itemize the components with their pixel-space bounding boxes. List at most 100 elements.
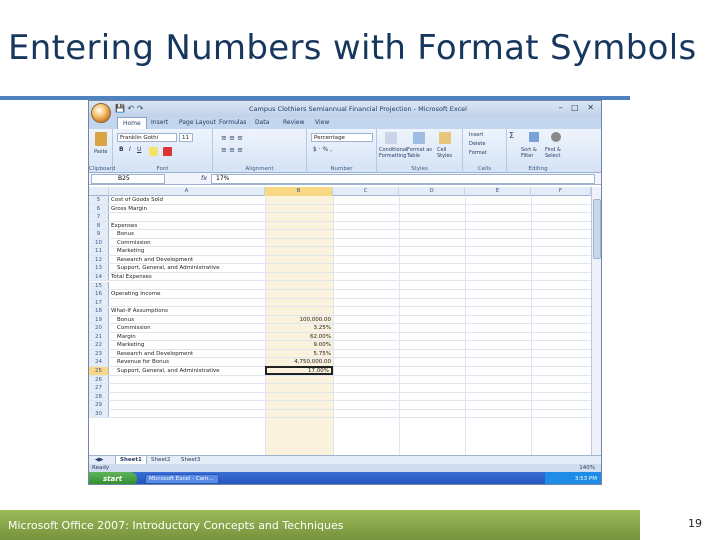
cell-b[interactable]: 3.25%	[265, 324, 333, 332]
row-header[interactable]: 5	[89, 196, 109, 204]
paste-icon[interactable]	[95, 132, 107, 146]
cell-a[interactable]: Commission	[117, 324, 151, 332]
worksheet-grid[interactable]: A B C D E F 5 Cost of Goods Sold 6 Gross Ma…	[89, 187, 591, 455]
col-header-f[interactable]: F	[531, 187, 591, 196]
cell-a[interactable]: Research and Development	[117, 350, 193, 358]
number-format-select[interactable]: Percentage	[311, 133, 373, 142]
delete-cells-button[interactable]: Delete	[469, 141, 485, 147]
col-header-c[interactable]: C	[333, 187, 399, 196]
col-header-b[interactable]: B	[265, 187, 333, 196]
tab-insert[interactable]: Insert	[151, 119, 168, 126]
zoom-level[interactable]: 140%	[579, 464, 595, 472]
font-size-select[interactable]: 11	[179, 133, 193, 142]
format-as-table-label[interactable]: Format as Table	[407, 147, 435, 159]
format-cells-button[interactable]: Format	[469, 150, 487, 156]
sort-filter-icon[interactable]	[529, 132, 539, 142]
row-header[interactable]: 12	[89, 255, 109, 264]
conditional-formatting-label[interactable]: Conditional Formatting	[379, 147, 407, 159]
scrollbar-thumb[interactable]	[593, 199, 601, 259]
cell-b[interactable]: 9.00%	[265, 341, 333, 349]
row-header[interactable]: 20	[89, 324, 109, 332]
row-header[interactable]: 24	[89, 358, 109, 366]
name-box[interactable]: B25	[91, 174, 165, 184]
row-header[interactable]: 10	[89, 238, 109, 247]
cell-b[interactable]: 62.00%	[265, 333, 333, 341]
cell-a[interactable]: Total Expenses	[111, 273, 152, 281]
row-header[interactable]: 9	[89, 230, 109, 238]
cell-a[interactable]: Research and Development	[117, 256, 193, 264]
tab-home[interactable]: Home	[117, 117, 147, 129]
insert-cells-button[interactable]: Insert	[469, 132, 483, 138]
conditional-formatting-icon[interactable]	[385, 132, 397, 144]
cell-a[interactable]: Expenses	[111, 222, 137, 230]
col-header-d[interactable]: D	[399, 187, 465, 196]
tab-formulas[interactable]: Formulas	[219, 119, 246, 126]
cell-a[interactable]: Support, General, and Administrative	[117, 264, 220, 272]
start-button[interactable]: start	[89, 472, 137, 484]
row-header[interactable]: 8	[89, 221, 109, 230]
cell-a[interactable]: Commission	[117, 239, 151, 247]
quick-access-toolbar[interactable]: 💾 ↶ ↷	[115, 104, 143, 113]
row-header[interactable]: 25	[89, 367, 109, 375]
col-header-a[interactable]: A	[109, 187, 265, 196]
italic-button[interactable]: I	[129, 147, 131, 153]
formula-input[interactable]: 17%	[211, 174, 595, 184]
cell-a[interactable]: Gross Margin	[111, 205, 147, 213]
col-header-e[interactable]: E	[465, 187, 531, 196]
fx-button[interactable]: fx	[201, 174, 207, 182]
currency-percent-buttons[interactable]: $ · % ,	[313, 147, 332, 153]
row-header[interactable]: 11	[89, 247, 109, 255]
underline-button[interactable]: U	[137, 147, 141, 153]
tab-data[interactable]: Data	[255, 119, 269, 126]
row-header[interactable]: 22	[89, 341, 109, 349]
cell-a[interactable]: Bonus	[117, 230, 134, 238]
window-controls[interactable]: – □ ✕	[559, 103, 597, 112]
taskbar-excel-item[interactable]: Microsoft Excel - Cam...	[145, 474, 219, 484]
cell-a[interactable]: Bonus	[117, 316, 134, 324]
cell-a[interactable]: Cost of Goods Sold	[111, 196, 163, 204]
find-select-label[interactable]: Find & Select	[545, 147, 567, 159]
row-header[interactable]: 14	[89, 272, 109, 281]
row-header[interactable]: 18	[89, 307, 109, 315]
cell-styles-icon[interactable]	[439, 132, 451, 144]
row-header[interactable]: 21	[89, 332, 109, 341]
row-header[interactable]: 26	[89, 375, 109, 384]
row-header[interactable]: 28	[89, 392, 109, 401]
paste-label[interactable]: Paste	[94, 149, 108, 155]
align-row2-icons[interactable]: ≡ ≡ ≡	[221, 147, 243, 154]
cell-a[interactable]: Revenue for Bonus	[117, 358, 169, 366]
sort-filter-label[interactable]: Sort & Filter	[521, 147, 543, 159]
cell-a[interactable]: Marketing	[117, 341, 144, 349]
tab-view[interactable]: View	[315, 119, 329, 126]
row-header[interactable]: 19	[89, 315, 109, 324]
tab-page-layout[interactable]: Page Layout	[179, 119, 216, 126]
row-header[interactable]: 30	[89, 409, 109, 418]
format-as-table-icon[interactable]	[413, 132, 425, 144]
cell-b[interactable]: 5.75%	[265, 350, 333, 358]
font-name-select[interactable]: Franklin Gothi	[117, 133, 177, 142]
active-cell-b25[interactable]: 17.00%	[265, 366, 333, 375]
row-header[interactable]: 17	[89, 298, 109, 307]
row-header[interactable]: 6	[89, 204, 109, 213]
office-button-icon[interactable]	[91, 103, 111, 123]
cell-a[interactable]: What-If Assumptions	[111, 307, 168, 315]
cell-a[interactable]: Operating Income	[111, 290, 160, 298]
cell-a[interactable]: Margin	[117, 333, 136, 341]
cell-a[interactable]: Marketing	[117, 247, 144, 255]
font-color-icon[interactable]	[163, 147, 172, 156]
tab-review[interactable]: Review	[283, 119, 304, 126]
row-header[interactable]: 13	[89, 264, 109, 272]
fill-color-icon[interactable]	[149, 147, 158, 156]
autosum-icon[interactable]: Σ	[509, 132, 514, 140]
row-header[interactable]: 23	[89, 349, 109, 358]
row-header[interactable]: 16	[89, 290, 109, 298]
row-header[interactable]: 15	[89, 281, 109, 290]
select-all-corner[interactable]	[89, 187, 109, 196]
align-icons[interactable]: ≡ ≡ ≡	[221, 135, 243, 142]
cell-a[interactable]: Support, General, and Administrative	[117, 367, 220, 375]
row-header[interactable]: 27	[89, 384, 109, 392]
bold-button[interactable]: B	[119, 147, 124, 153]
find-select-icon[interactable]	[551, 132, 561, 142]
cell-b[interactable]: 100,000.00	[265, 316, 333, 324]
cell-styles-label[interactable]: Cell Styles	[437, 147, 461, 159]
